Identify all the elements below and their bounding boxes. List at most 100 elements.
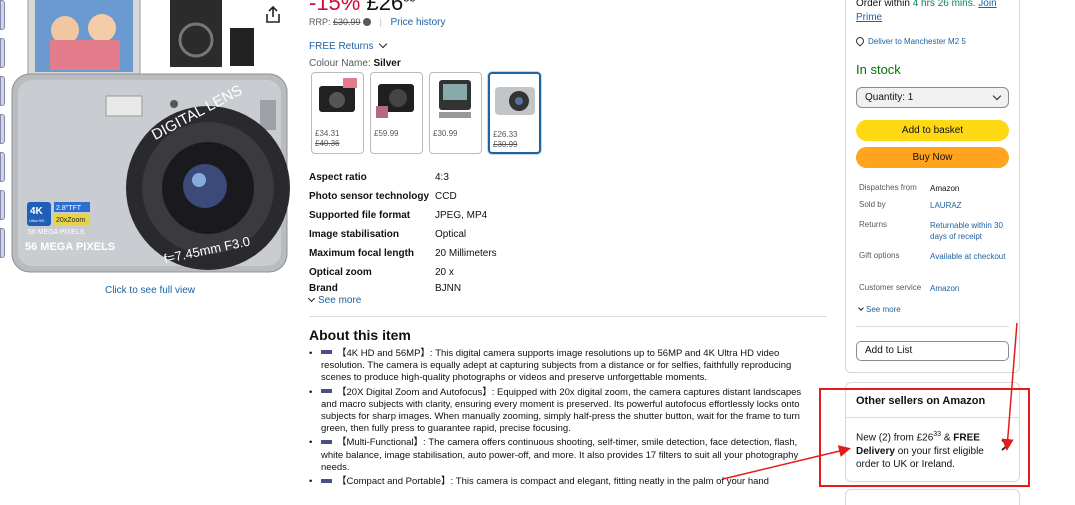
thumbnail[interactable] <box>0 228 5 258</box>
offer-free: FREE <box>953 432 980 444</box>
spec-row: Image stabilisation Optical <box>309 225 635 244</box>
spec-row: Supported file format JPEG, MP4 <box>309 206 635 225</box>
swatch-2[interactable]: £59.99 <box>370 72 423 154</box>
swatch-4-selected[interactable]: £26.33 £30.99 <box>488 72 541 154</box>
spec-key: Photo sensor technology <box>309 191 430 202</box>
buy-now-button[interactable]: Buy Now <box>856 147 1009 168</box>
swatch-price: £30.99 <box>433 129 458 138</box>
bullet-text: 【Compact and Portable】: This camera is c… <box>337 476 769 488</box>
discount-percent: -15% <box>309 0 361 15</box>
thumbnail[interactable] <box>0 114 5 144</box>
offer-and: & <box>943 432 951 444</box>
divider <box>856 326 1009 327</box>
badge-screen: 2.8"TFT <box>56 205 82 212</box>
quantity-value: Quantity: 1 <box>865 92 914 103</box>
spec-row: Brand BJNN <box>309 282 635 295</box>
flag-icon <box>321 350 332 355</box>
bullet-text: 【4K HD and 56MP】: This digital camera su… <box>321 348 792 384</box>
spec-key: Maximum focal length <box>309 248 415 259</box>
divider <box>846 417 1019 418</box>
spec-key: Image stabilisation <box>309 229 400 240</box>
chevron-down-icon <box>379 39 388 49</box>
see-more-link[interactable]: See more <box>307 294 362 306</box>
spec-value: Optical <box>435 229 467 240</box>
chevron-down-icon <box>307 294 316 303</box>
free-returns-link[interactable]: FREE Returns <box>309 39 388 52</box>
bullet-text: 【Multi-Functional】: The camera offers co… <box>321 437 799 473</box>
order-time: 4 hrs 26 mins. <box>912 0 976 9</box>
swatch-image <box>376 84 414 118</box>
chevron-down-icon <box>992 91 1002 100</box>
divider <box>309 316 827 317</box>
returns-link[interactable]: Returnable within 30 days of receipt <box>930 220 1010 242</box>
colour-label: Colour Name: <box>309 58 371 69</box>
add-to-list-button[interactable]: Add to List <box>856 341 1009 361</box>
product-main-image[interactable]: DIGITAL LENS f=7.45mm F3.0 4K Ultra HD 2… <box>10 0 295 282</box>
about-bullets: • 【4K HD and 56MP】: This digital camera s… <box>309 348 814 490</box>
deliver-to-link[interactable]: Deliver to Manchester M2 5 <box>854 35 966 47</box>
rrp-value: £30.99 <box>333 17 361 27</box>
spec-value: 20 x <box>435 267 454 278</box>
swatch-1[interactable]: £34.31 £40.36 <box>311 72 364 154</box>
list-item: • 【20X Digital Zoom and Autofocus】: Equip… <box>309 386 802 435</box>
see-more-label: See more <box>866 305 901 314</box>
info-icon[interactable] <box>363 18 372 26</box>
seller-link[interactable]: LAURAZ <box>930 200 1010 211</box>
spec-row: Aspect ratio 4:3 <box>309 168 635 187</box>
price: -15% £2633 <box>309 0 415 16</box>
gift-options-link[interactable]: Available at checkout <box>930 251 1010 262</box>
offer-prefix: New (2) from <box>856 432 914 444</box>
customer-service-link[interactable]: Amazon <box>930 283 1010 294</box>
detail-key: Gift options <box>859 251 900 260</box>
spec-value: 4:3 <box>435 172 449 183</box>
thumbnail[interactable] <box>0 190 5 220</box>
offer-price-fraction: 33 <box>933 431 942 438</box>
list-item: • 【Multi-Functional】: The camera offers c… <box>309 437 799 473</box>
rrp: RRP: £30.99 | Price history <box>309 17 446 28</box>
spec-key: Optical zoom <box>309 267 372 278</box>
share-icon[interactable] <box>265 6 281 24</box>
full-view-link[interactable]: Click to see full view <box>0 285 300 296</box>
price-history-link[interactable]: Price history <box>390 17 445 28</box>
chevron-right-icon[interactable] <box>999 438 1011 452</box>
add-to-basket-button[interactable]: Add to basket <box>856 120 1009 141</box>
quantity-select[interactable]: Quantity: 1 <box>856 87 1009 108</box>
see-more-details-link[interactable]: See more <box>858 305 901 314</box>
badge-ultra-hd: Ultra HD <box>29 218 44 223</box>
delivery-countdown: Order within 4 hrs 26 mins. Join Prime <box>856 0 1016 25</box>
list-item: • 【4K HD and 56MP】: This digital camera s… <box>309 348 792 384</box>
flag-icon <box>321 439 332 444</box>
flag-icon <box>321 478 332 483</box>
swatch-3[interactable]: £30.99 <box>429 72 482 154</box>
spec-value: CCD <box>435 191 457 202</box>
other-sellers-card[interactable]: Other sellers on Amazon New (2) from £26… <box>845 382 1020 482</box>
deliver-to-label: Deliver to Manchester M2 5 <box>868 37 966 46</box>
spec-value: JPEG, MP4 <box>435 210 488 221</box>
rrp-label: RRP: <box>309 17 331 27</box>
swatch-image <box>495 87 535 115</box>
location-pin-icon <box>854 35 866 47</box>
badge-zoom: 20xZoom <box>56 217 85 224</box>
specs-table: Aspect ratio 4:3 Photo sensor technology C… <box>309 168 635 295</box>
spec-row: Maximum focal length 20 Millimeters <box>309 244 635 263</box>
megapixels-label: 56 MEGA PIXELS <box>25 241 115 253</box>
see-more-label: See more <box>318 295 362 306</box>
detail-key: Returns <box>859 220 888 229</box>
other-sellers-title: Other sellers on Amazon <box>856 395 986 407</box>
spec-row: Photo sensor technology CCD <box>309 187 635 206</box>
other-sellers-offer[interactable]: New (2) from £2633 & FREE Delivery on yo… <box>856 428 996 472</box>
thumbnail[interactable] <box>0 152 5 182</box>
thumbnail[interactable] <box>0 0 5 30</box>
thumbnail[interactable] <box>0 38 5 68</box>
swatch-image <box>319 78 357 112</box>
spec-row: Optical zoom 20 x <box>309 263 635 282</box>
flag-icon <box>321 389 332 394</box>
next-card <box>845 489 1020 505</box>
swatch-price: £59.99 <box>374 129 399 138</box>
bullet-text: 【20X Digital Zoom and Autofocus】: Equipp… <box>321 386 802 435</box>
badge-4k: 4K <box>30 206 44 217</box>
stock-status: In stock <box>856 62 901 77</box>
thumbnail[interactable] <box>0 76 5 106</box>
spec-key: Brand <box>309 283 338 294</box>
swatch-price: £26.33 <box>493 130 518 139</box>
